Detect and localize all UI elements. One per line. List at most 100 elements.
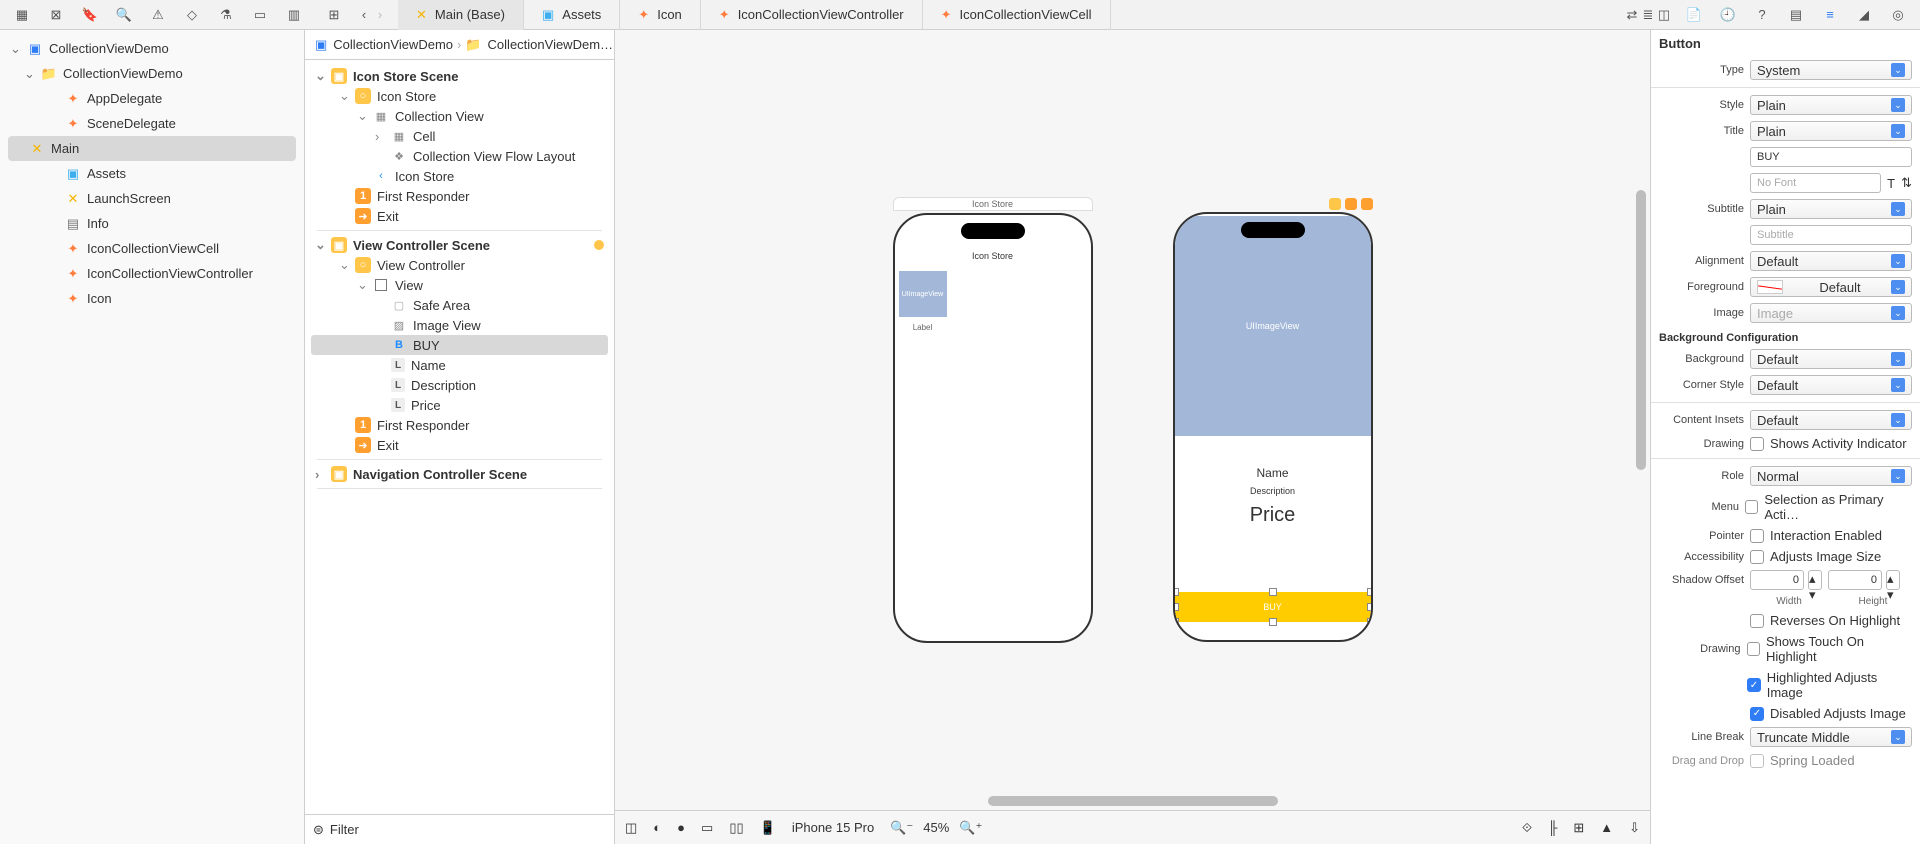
file-inspector-icon[interactable]: 📄 [1686,7,1702,23]
price-label[interactable]: Price [1175,504,1371,527]
content-insets-select[interactable]: Default⌄ [1750,410,1912,430]
card-icon[interactable]: ▭ [252,7,268,23]
canvas-scroll[interactable]: Icon Store Icon Store UIImageView Label [615,30,1650,810]
stop-icon[interactable]: ⊠ [48,7,64,23]
switch-icon[interactable]: ⇄ [1624,7,1640,23]
stepper-icon[interactable]: ⇅ [1901,175,1912,191]
outline-item-exit[interactable]: ➜Exit [311,206,608,226]
disclosure-icon[interactable]: ⌄ [357,108,367,124]
device-icon[interactable]: 📱 [760,820,776,836]
image-select[interactable]: Image⌄ [1750,303,1912,323]
alignment-select[interactable]: Default⌄ [1750,251,1912,271]
device-preview-right[interactable]: UIImageView Name Description Price BUY [1173,212,1373,642]
background-select[interactable]: Default⌄ [1750,349,1912,369]
zoom-in-icon[interactable]: 🔍⁺ [959,820,982,836]
help-inspector-icon[interactable]: ? [1754,7,1770,23]
bookmark-icon[interactable]: 🔖 [82,7,98,23]
outline-item-cell[interactable]: ›▦Cell [311,126,608,146]
shows-touch-checkbox[interactable] [1747,642,1761,656]
chevron-down-icon[interactable]: ⌄ [315,237,325,253]
outline-item-safe-area[interactable]: ▢Safe Area [311,295,608,315]
outline-item-view[interactable]: ⌄View [311,275,608,295]
nav-item-icon[interactable]: ✦Icon [0,286,304,311]
description-label[interactable]: Description [1175,486,1371,496]
title-mode-select[interactable]: Plain⌄ [1750,121,1912,141]
align-icon[interactable]: ⟐ [1522,820,1532,836]
font-picker-icon[interactable]: T [1887,176,1895,191]
shadow-height-input[interactable]: ▴▾ [1828,570,1900,590]
identity-inspector-icon[interactable]: ▤ [1788,7,1804,23]
outline-item-image-view[interactable]: ▨Image View [311,315,608,335]
horizontal-scrollbar[interactable] [988,796,1278,806]
tab-main-base[interactable]: ✕ Main (Base) [398,0,524,30]
tab-iconcollectionviewcontroller[interactable]: ✦ IconCollectionViewController [701,0,923,30]
nav-item-scenedelegate[interactable]: ✦SceneDelegate [0,111,304,136]
role-select[interactable]: Normal⌄ [1750,466,1912,486]
embed-icon[interactable]: ▲ [1600,820,1613,835]
download-icon[interactable]: ⇩ [1629,820,1640,836]
firstresponder-pill-icon[interactable] [1345,198,1357,210]
font-input[interactable]: No Font [1750,173,1881,193]
nav-back-icon[interactable]: ‹ [356,7,372,23]
warnings-icon[interactable]: ⚠ [150,7,166,23]
connections-inspector-icon[interactable]: ◎ [1890,7,1906,23]
chevron-down-icon[interactable]: ⌄ [10,41,21,57]
corner-style-select[interactable]: Default⌄ [1750,375,1912,395]
outline-item-collection-view-flow-layout[interactable]: ❖Collection View Flow Layout [311,146,608,166]
tab-icon[interactable]: ✦ Icon [620,0,700,30]
dark-icon[interactable]: ● [677,820,685,835]
style-select[interactable]: Plain⌄ [1750,95,1912,115]
tag-icon[interactable]: ◇ [184,7,200,23]
title-input[interactable]: BUY [1750,147,1912,167]
nav-item-appdelegate[interactable]: ✦AppDelegate [0,86,304,111]
outline-item-buy[interactable]: BBUY [311,335,608,355]
disclosure-icon[interactable]: ⌄ [339,257,349,273]
disclosure-icon[interactable]: ⌄ [339,88,349,104]
selection-handles[interactable] [1173,588,1373,626]
history-inspector-icon[interactable]: 🕘 [1720,7,1736,23]
editor-path-bar[interactable]: ▣CollectionViewDemo › 📁CollectionViewDem… [305,30,614,60]
imageview-placeholder[interactable]: UIImageView [1175,216,1371,436]
outline-item-collection-view[interactable]: ⌄▦Collection View [311,106,608,126]
chevron-right-icon[interactable]: › [315,467,325,482]
tab-assets[interactable]: ▣ Assets [524,0,620,30]
outline-item-icon-store[interactable]: ‹Icon Store [311,166,608,186]
outline-item-view-controller[interactable]: ⌄○View Controller [311,255,608,275]
nav-item-launchscreen[interactable]: ✕LaunchScreen [0,186,304,211]
crumb-label[interactable]: CollectionViewDem… [488,37,613,52]
nav-fwd-icon[interactable]: › [372,7,388,23]
nav-group[interactable]: ⌄ 📁 CollectionViewDemo [0,61,304,86]
device-preview-left[interactable]: Icon Store UIImageView Label [893,213,1093,643]
scene-icon-store[interactable]: Icon Store Icon Store UIImageView Label [893,197,1093,643]
resolve-icon[interactable]: ⊞ [1573,820,1584,836]
scene-view-controller[interactable]: UIImageView Name Description Price BUY [1173,198,1373,642]
appearance-icon[interactable]: ◐ [653,820,661,835]
activity-indicator-checkbox[interactable] [1750,437,1764,451]
nav-item-iconcollectionviewcell[interactable]: ✦IconCollectionViewCell [0,236,304,261]
outline-filter[interactable]: ⊜ Filter [305,814,614,844]
chevron-down-icon[interactable]: ⌄ [24,66,35,82]
outline-item-exit[interactable]: ➜Exit [311,435,608,455]
scene-title-bar[interactable]: Icon Store [893,197,1093,211]
nav-item-iconcollectionviewcontroller[interactable]: ✦IconCollectionViewController [0,261,304,286]
type-select[interactable]: System⌄ [1750,60,1912,80]
run-icon[interactable]: ▦ [14,7,30,23]
zoom-out-icon[interactable]: 🔍⁻ [890,820,913,836]
menu-checkbox[interactable] [1745,500,1758,514]
layout-icon[interactable]: ▯▯ [729,820,743,836]
outline-item-name[interactable]: LName [311,355,608,375]
split-editor-icon[interactable]: ◫ [1656,7,1672,23]
outline-scene-header[interactable]: ›▣Navigation Controller Scene [311,464,608,484]
outline-item-price[interactable]: LPrice [311,395,608,415]
stepper-icon[interactable]: ▴▾ [1886,570,1900,590]
outline-scene-header[interactable]: ⌄▣Icon Store Scene [311,66,608,86]
outline-item-first-responder[interactable]: 1First Responder [311,186,608,206]
name-label[interactable]: Name [1175,466,1371,480]
nav-project-root[interactable]: ⌄ ▣ CollectionViewDemo [0,36,304,61]
spring-loaded-checkbox[interactable] [1750,754,1764,768]
pointer-checkbox[interactable] [1750,529,1764,543]
chevron-down-icon[interactable]: ⌄ [315,68,325,84]
nav-item-assets[interactable]: ▣Assets [0,161,304,186]
tab-iconcollectionviewcell[interactable]: ✦ IconCollectionViewCell [923,0,1111,30]
test-icon[interactable]: ⚗ [218,7,234,23]
